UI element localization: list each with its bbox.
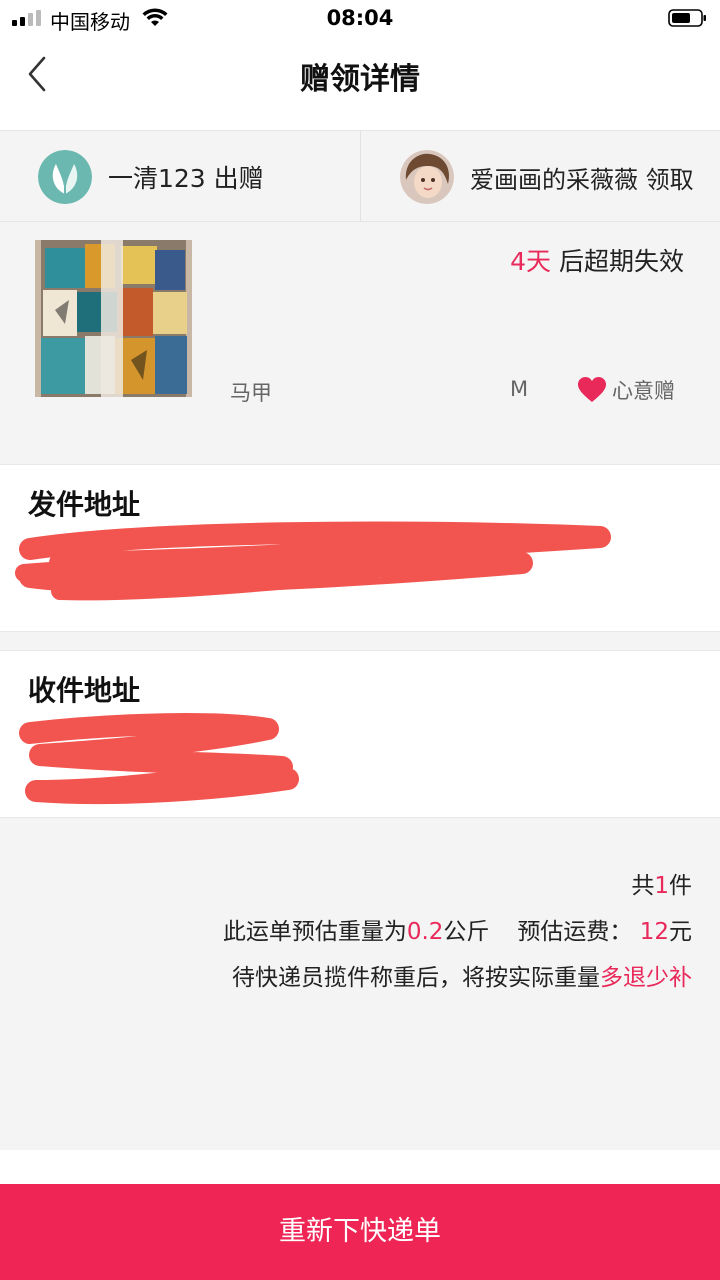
item-name: 马甲 — [230, 381, 272, 405]
expire-days: 4天 — [510, 247, 552, 276]
leaf-logo-icon — [38, 150, 92, 204]
receiver-address-card: 收件地址 — [0, 650, 720, 818]
product-card[interactable]: 4天 后超期失效 马甲 M 心意赠 — [0, 222, 720, 464]
parties-row: 一清123 出赠 爱画画的采薇薇 领取 — [0, 130, 720, 223]
nav-bar: 赠领详情 — [0, 36, 720, 130]
section-gap — [0, 632, 720, 650]
product-thumbnail[interactable] — [35, 240, 192, 397]
expire-suffix: 后超期失效 — [551, 247, 684, 276]
note-highlight: 多退少补 — [600, 965, 692, 991]
giver-info[interactable]: 一清123 出赠 — [38, 149, 264, 205]
sender-address-card: 发件地址 — [0, 464, 720, 632]
weight-value: 0.2 — [406, 919, 444, 945]
note-prefix: 待快递员揽件称重后，将按实际重量 — [232, 965, 600, 991]
fee-label: 预估运费： — [517, 919, 633, 945]
fee-value: 12 — [639, 919, 669, 945]
redaction-scribble — [19, 713, 299, 805]
expire-notice: 4天 后超期失效 — [510, 242, 684, 278]
fee-unit: 元 — [669, 919, 692, 945]
item-count: 1 — [654, 873, 669, 899]
redaction-scribble — [15, 521, 611, 601]
item-count-line: 共1件 — [631, 866, 692, 900]
gift-type-badge: 心意赠 — [578, 375, 675, 405]
battery-icon — [668, 9, 706, 27]
status-bar: 中国移动 08:04 — [0, 0, 720, 36]
receiver-label: 爱画画的采薇薇 领取 — [470, 165, 694, 194]
gift-type-label: 心意赠 — [612, 379, 675, 403]
party-divider — [360, 131, 361, 223]
bottom-spacer — [0, 1150, 720, 1184]
reorder-express-button[interactable]: 重新下快递单 — [0, 1184, 720, 1280]
refund-note-line: 待快递员揽件称重后，将按实际重量多退少补 — [232, 958, 692, 992]
weight-unit: 公斤 — [443, 919, 490, 945]
clock: 08:04 — [326, 6, 394, 30]
count-suffix: 件 — [669, 873, 692, 899]
giver-label: 一清123 出赠 — [108, 164, 264, 193]
page-title: 赠领详情 — [300, 62, 420, 97]
heart-icon — [578, 377, 606, 402]
weight-fee-line: 此运单预估重量为0.2公斤 预估运费： 12元 — [223, 912, 692, 946]
girl-avatar — [400, 150, 454, 204]
item-size: M — [510, 377, 529, 401]
weight-prefix: 此运单预估重量为 — [222, 919, 407, 945]
count-prefix: 共 — [631, 873, 655, 899]
receiver-info[interactable]: 爱画画的采薇薇 领取 — [400, 149, 694, 205]
shipping-summary: 共1件 此运单预估重量为0.2公斤 预估运费： 12元 待快递员揽件称重后，将按实… — [0, 818, 720, 1150]
